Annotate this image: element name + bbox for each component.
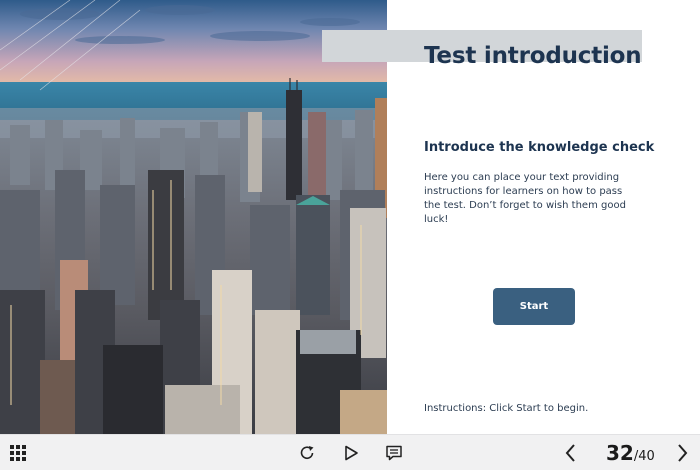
section-subtitle: Introduce the knowledge check xyxy=(424,140,655,155)
page-title: Test introduction xyxy=(424,43,642,69)
skyline-buildings xyxy=(0,0,387,434)
play-button[interactable] xyxy=(339,435,363,470)
total-slides-number: 40 xyxy=(638,449,655,464)
instructions-hint: Instructions: Click Start to begin. xyxy=(424,403,589,414)
chevron-left-icon xyxy=(565,444,575,462)
play-icon xyxy=(345,445,358,461)
instructions-body: Here you can place your text providing i… xyxy=(424,172,626,225)
notes-button[interactable] xyxy=(382,435,406,470)
player-toolbar: 32 / 40 xyxy=(0,434,700,470)
previous-slide-button[interactable] xyxy=(560,435,582,470)
menu-button[interactable] xyxy=(6,435,30,470)
next-slide-button[interactable] xyxy=(671,435,693,470)
city-skyline-photo xyxy=(0,0,387,434)
replay-button[interactable] xyxy=(295,435,319,470)
grid-menu-icon xyxy=(10,445,26,461)
current-slide-number: 32 xyxy=(606,441,634,465)
notes-icon xyxy=(386,445,402,461)
slide-counter: 32 / 40 xyxy=(606,441,655,465)
replay-icon xyxy=(300,446,314,459)
start-button[interactable]: Start xyxy=(493,288,575,325)
chevron-right-icon xyxy=(678,444,688,462)
